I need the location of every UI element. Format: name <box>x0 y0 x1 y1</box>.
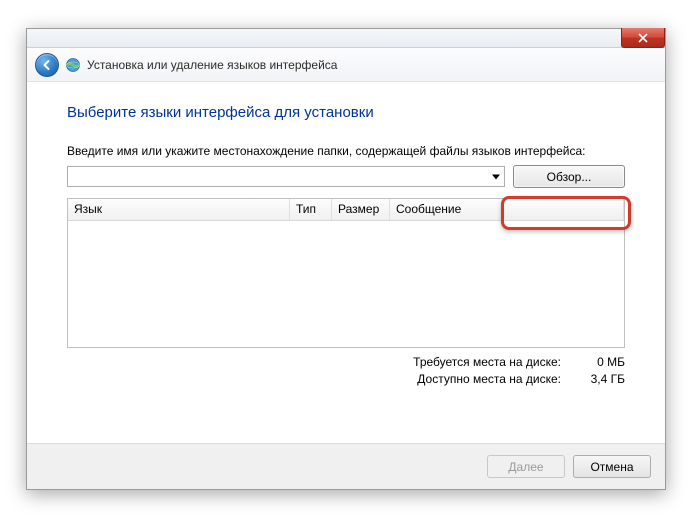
browse-button[interactable]: Обзор... <box>513 165 625 188</box>
disk-required-label: Требуется места на диске: <box>413 354 561 371</box>
column-type[interactable]: Тип <box>290 199 332 220</box>
language-listview[interactable]: Язык Тип Размер Сообщение <box>67 198 625 348</box>
listview-header: Язык Тип Размер Сообщение <box>68 199 624 221</box>
close-icon <box>638 33 648 43</box>
globe-icon <box>65 57 81 73</box>
column-message[interactable]: Сообщение <box>390 199 624 220</box>
cancel-button[interactable]: Отмена <box>573 455 651 478</box>
footer: Далее Отмена <box>27 443 665 489</box>
path-combobox[interactable] <box>67 166 505 187</box>
next-button: Далее <box>487 455 565 478</box>
disk-available-label: Доступно места на диске: <box>417 371 561 388</box>
disk-available-value: 3,4 ГБ <box>577 371 625 388</box>
column-size[interactable]: Размер <box>332 199 390 220</box>
path-row: Обзор... <box>67 165 625 188</box>
page-heading: Выберите языки интерфейса для установки <box>67 104 625 121</box>
chevron-down-icon <box>492 174 500 179</box>
header-bar: Установка или удаление языков интерфейса <box>27 48 665 82</box>
disk-info: Требуется места на диске: 0 МБ Доступно … <box>67 354 625 388</box>
close-button[interactable] <box>621 28 665 48</box>
instruction-text: Введите имя или укажите местонахождение … <box>67 143 625 159</box>
column-language[interactable]: Язык <box>68 199 290 220</box>
back-button[interactable] <box>35 53 59 77</box>
arrow-left-icon <box>41 59 53 71</box>
wizard-window: Установка или удаление языков интерфейса… <box>26 28 666 490</box>
disk-required-value: 0 МБ <box>577 354 625 371</box>
titlebar <box>27 29 665 48</box>
window-title: Установка или удаление языков интерфейса <box>87 58 337 72</box>
content-area: Выберите языки интерфейса для установки … <box>27 82 665 388</box>
